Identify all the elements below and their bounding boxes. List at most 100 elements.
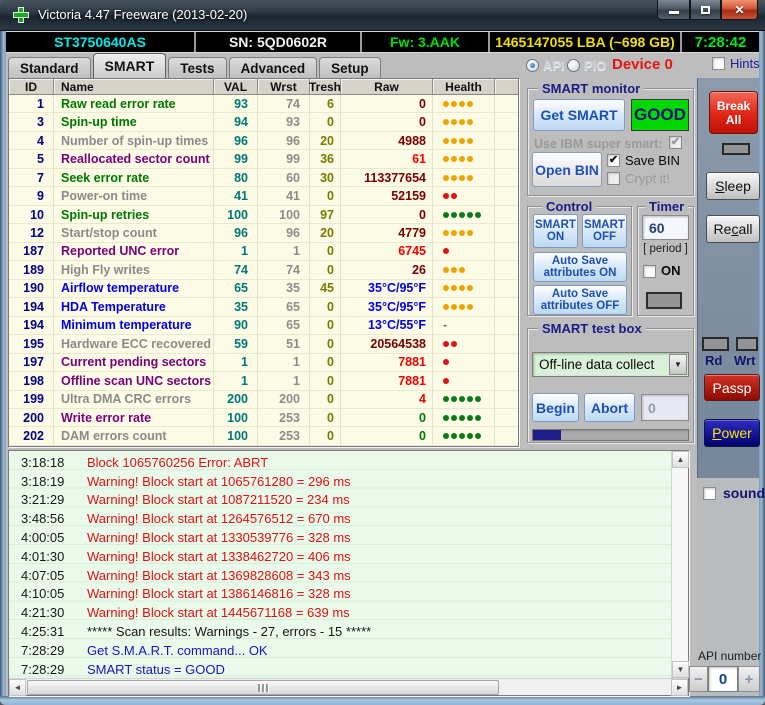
cell-wrst: 65 [258, 298, 310, 315]
table-row[interactable]: 189High Fly writes7474026 [9, 261, 518, 279]
api-number-increment[interactable]: + [738, 666, 760, 692]
cell-wrst: 41 [258, 187, 310, 204]
tab-standard[interactable]: Standard [8, 57, 91, 78]
health-dot-icon [467, 212, 473, 218]
cell-extra [495, 372, 518, 389]
cell-wrst: 35 [258, 280, 310, 297]
get-smart-button[interactable]: Get SMART [533, 99, 625, 131]
column-header-id[interactable]: ID [9, 79, 54, 94]
cell-health [433, 280, 495, 297]
table-row[interactable]: 10Spin-up retries100100970 [9, 206, 518, 224]
power-button[interactable]: Power [704, 419, 760, 447]
scroll-down-icon[interactable]: ▼ [672, 661, 689, 678]
cell-health [433, 391, 495, 408]
sound-checkbox[interactable] [703, 487, 716, 500]
table-row[interactable]: 12Start/stop count9696204779 [9, 224, 518, 242]
cell-wrst: 253 [258, 409, 310, 426]
maximize-button[interactable] [690, 0, 721, 20]
save-bin-checkbox[interactable]: ✔ [607, 154, 620, 167]
table-row[interactable]: 194Minimum temperature9065013°C/55°F- [9, 317, 518, 335]
sleep-button[interactable]: Sleep [706, 172, 760, 200]
cell-name: Spin-up time [54, 113, 214, 130]
timer-period-input[interactable]: 60 [642, 215, 689, 240]
abort-button[interactable]: Abort [584, 393, 635, 422]
tab-setup[interactable]: Setup [319, 57, 381, 78]
health-dot-icon [467, 101, 473, 107]
table-row[interactable]: 187Reported UNC error1106745 [9, 243, 518, 261]
cell-extra [495, 317, 518, 334]
column-header-health[interactable]: Health [433, 79, 495, 94]
read-led-label: Rd [705, 353, 722, 368]
hints-checkbox[interactable] [712, 57, 725, 70]
scrollbar-thumb[interactable] [27, 680, 499, 695]
log-area[interactable]: 3:18:18Block 1065760256 Error: ABRT3:18:… [8, 450, 689, 696]
ibm-smart-checkbox[interactable]: ✔ [669, 136, 682, 149]
table-row[interactable]: 202DAM errors count10025300 [9, 427, 518, 445]
health-dot-icon [451, 415, 457, 421]
minimize-button[interactable] [657, 0, 690, 20]
log-vertical-scrollbar[interactable]: ▲ ▼ [671, 451, 688, 678]
log-time: 4:01:30 [9, 549, 71, 564]
cell-wrst: 1 [258, 243, 310, 260]
table-row[interactable]: 9Power-on time4141052159 [9, 187, 518, 205]
table-row[interactable]: 4Number of spin-up times9696204988 [9, 132, 518, 150]
smart-on-button[interactable]: SMARTON [533, 214, 578, 248]
hints-label: Hints [730, 56, 760, 71]
table-row[interactable]: 3Spin-up time949300 [9, 113, 518, 131]
health-dot-icon [443, 193, 449, 199]
cell-id: 187 [9, 243, 54, 260]
tab-tests[interactable]: Tests [168, 57, 226, 78]
table-row[interactable]: 198Offline scan UNC sectors1107881 [9, 372, 518, 390]
health-dot-icon [467, 230, 473, 236]
cell-extra [495, 280, 518, 297]
table-row[interactable]: 200Write error rate10025300 [9, 409, 518, 427]
tab-smart[interactable]: SMART [93, 53, 167, 78]
break-all-button[interactable]: Break All [709, 91, 758, 134]
autosave-on-button[interactable]: Auto Saveattributes ON [533, 252, 627, 282]
log-horizontal-scrollbar[interactable]: ◄ ► [9, 678, 688, 695]
api-number-decrement[interactable]: − [689, 666, 708, 692]
device-label: Device 0 [612, 56, 673, 73]
smart-off-button[interactable]: SMARTOFF [582, 214, 627, 248]
scroll-up-icon[interactable]: ▲ [672, 451, 689, 468]
test-counter-input[interactable]: 0 [641, 394, 689, 421]
pio-radio[interactable] [567, 59, 580, 72]
cell-wrst: 100 [258, 206, 310, 223]
table-row[interactable]: 194HDA Temperature3565035°C/95°F [9, 298, 518, 316]
cell-id: 194 [9, 298, 54, 315]
timer-on-checkbox[interactable] [643, 265, 656, 278]
passp-button[interactable]: Passp [704, 374, 760, 401]
api-number-value[interactable]: 0 [708, 666, 738, 692]
table-row[interactable]: 1Raw read error rate937460 [9, 95, 518, 113]
cell-id: 197 [9, 354, 54, 371]
api-radio[interactable] [526, 59, 539, 72]
scroll-left-icon[interactable]: ◄ [9, 679, 26, 696]
log-time: 4:10:05 [9, 586, 71, 601]
column-header-wrst[interactable]: Wrst [258, 79, 310, 94]
cell-name: Spin-up retries [54, 206, 214, 223]
tab-advanced[interactable]: Advanced [229, 57, 318, 78]
cell-raw: 0 [341, 427, 433, 444]
table-row[interactable]: 197Current pending sectors1107881 [9, 354, 518, 372]
table-row[interactable]: 195Hardware ECC recovered5951020564538 [9, 335, 518, 353]
cell-health [433, 427, 495, 444]
column-header-tresh[interactable]: Tresh [310, 79, 341, 94]
column-header-name[interactable]: Name [54, 79, 214, 94]
table-row[interactable]: 199Ultra DMA CRC errors20020004 [9, 391, 518, 409]
table-row[interactable]: 190Airflow temperature65354535°C/95°F [9, 280, 518, 298]
table-row[interactable]: 7Seek error rate806030113377654 [9, 169, 518, 187]
crypt-checkbox[interactable] [607, 172, 620, 185]
autosave-off-button[interactable]: Auto Saveattributes OFF [533, 285, 627, 315]
open-bin-button[interactable]: Open BIN [532, 152, 602, 187]
begin-button[interactable]: Begin [532, 393, 579, 422]
column-header-val[interactable]: VAL [214, 79, 258, 94]
recall-button[interactable]: Recall [706, 215, 760, 243]
close-button[interactable]: ✕ [721, 0, 758, 20]
column-header-raw[interactable]: Raw [341, 79, 433, 94]
titlebar[interactable]: Victoria 4.47 Freeware (2013-02-20) ✕ [0, 0, 765, 31]
scroll-right-icon[interactable]: ► [671, 679, 688, 696]
cell-val: 99 [214, 150, 258, 167]
table-row[interactable]: 5Reallocated sector count99993661 [9, 150, 518, 168]
chevron-down-icon[interactable]: ▼ [669, 354, 687, 375]
test-type-dropdown[interactable]: Off-line data collect ▼ [532, 352, 689, 377]
